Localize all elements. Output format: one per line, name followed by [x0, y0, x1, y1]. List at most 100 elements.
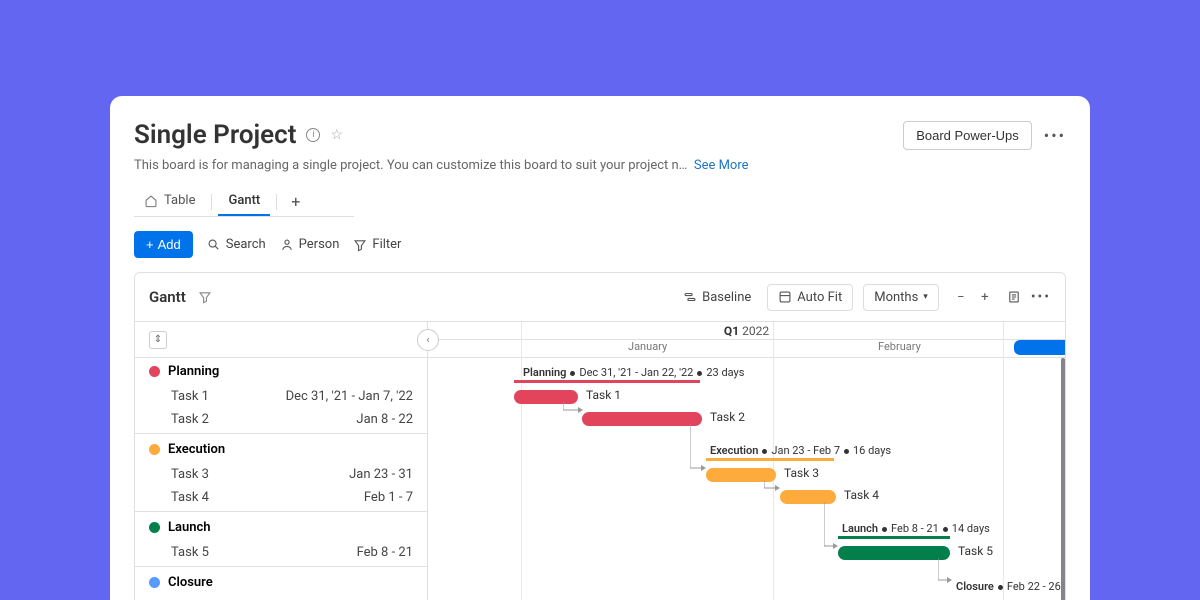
quarter-year: 2022 [742, 324, 769, 338]
power-ups-button[interactable]: Board Power-Ups [903, 121, 1032, 150]
group-underline [838, 536, 950, 539]
gantt-body: ⇕ ‹ Planning Task 1Dec 31, '21 - Jan 7, … [135, 322, 1065, 600]
group-header-closure[interactable]: Closure [135, 569, 427, 596]
task-dates: Jan 8 - 22 [356, 412, 413, 427]
tab-separator [276, 194, 277, 210]
gantt-panel: Gantt Baseline Auto Fit Months ▾ − [134, 272, 1066, 600]
group-color-dot [149, 577, 160, 588]
info-icon[interactable]: i [306, 128, 320, 142]
chart-area: PlanningDec 31, '21 - Jan 22, '2223 days… [428, 358, 1065, 600]
gantt-timeline[interactable]: Q1 2022 January February PlanningDec 31,… [428, 322, 1065, 600]
task-row[interactable]: Task 5 Feb 8 - 21 [135, 541, 427, 564]
dependency-connector [824, 500, 854, 554]
dependency-connector [690, 422, 720, 476]
group-separator [135, 433, 427, 434]
gantt-bar-task2[interactable] [582, 412, 702, 426]
group-separator [135, 511, 427, 512]
group-summary-planning: PlanningDec 31, '21 - Jan 22, '2223 days [523, 366, 744, 379]
board-window: Single Project i ☆ Board Power-Ups ••• T… [110, 96, 1090, 600]
see-more-link[interactable]: See More [694, 158, 749, 173]
task-name: Task 3 [171, 467, 209, 482]
filter-icon[interactable] [198, 290, 212, 304]
chevron-down-icon: ▾ [923, 292, 928, 302]
filter-icon [353, 238, 367, 252]
person-button[interactable]: Person [280, 237, 340, 252]
autofit-label: Auto Fit [797, 290, 842, 305]
autofit-button[interactable]: Auto Fit [767, 284, 853, 311]
zoom-out-button[interactable]: − [949, 283, 973, 311]
collapse-all-button[interactable]: ⇕ [149, 331, 167, 349]
group-header-execution[interactable]: Execution [135, 436, 427, 463]
gantt-bar-task5[interactable] [838, 546, 950, 560]
group-underline [514, 380, 700, 383]
plus-icon: + [146, 237, 154, 252]
filter-button[interactable]: Filter [353, 237, 401, 252]
search-icon [207, 238, 221, 252]
tab-gantt[interactable]: Gantt [218, 187, 270, 216]
today-indicator [1014, 340, 1065, 355]
autofit-icon [778, 290, 792, 304]
task-name: Task 2 [171, 412, 209, 427]
baseline-label: Baseline [702, 290, 751, 305]
group-underline [706, 458, 834, 461]
task-name: Task 5 [171, 545, 209, 560]
group-name: Execution [168, 442, 225, 457]
home-icon [144, 194, 158, 208]
group-header-launch[interactable]: Launch [135, 514, 427, 541]
baseline-icon [683, 290, 697, 304]
gantt-title: Gantt [149, 288, 186, 306]
timeline-quarter: Q1 2022 [428, 322, 1065, 340]
zoom-in-button[interactable]: + [973, 283, 997, 311]
task-name: Task 1 [171, 389, 209, 404]
more-menu-icon[interactable]: ••• [1044, 126, 1066, 145]
months-dropdown[interactable]: Months ▾ [863, 284, 939, 311]
tab-gantt-label: Gantt [228, 193, 260, 208]
group-color-dot [149, 444, 160, 455]
add-tab-button[interactable]: + [283, 188, 308, 215]
group-header-planning[interactable]: Planning [135, 358, 427, 385]
dependency-connector [938, 556, 968, 586]
task-row[interactable]: Task 3 Jan 23 - 31 [135, 463, 427, 486]
add-button[interactable]: + Add [134, 231, 193, 258]
group-name: Launch [168, 520, 211, 535]
gantt-more-icon[interactable]: ••• [1031, 289, 1051, 305]
person-label: Person [299, 237, 340, 252]
task-row[interactable]: Task 4 Feb 1 - 7 [135, 486, 427, 509]
board-description: This board is for managing a single proj… [110, 150, 1090, 173]
task-dates: Feb 1 - 7 [364, 490, 413, 505]
dependency-connector [563, 400, 593, 420]
group-name: Planning [168, 364, 219, 379]
task-dates: Jan 23 - 31 [349, 467, 413, 482]
task-dates: Feb 8 - 21 [357, 545, 413, 560]
group-name: Closure [168, 575, 213, 590]
scrollbar[interactable] [1061, 358, 1065, 600]
tab-table[interactable]: Table [134, 187, 205, 216]
star-icon[interactable]: ☆ [330, 127, 343, 143]
timeline-months: January February [428, 340, 1065, 358]
tab-table-label: Table [164, 193, 195, 208]
group-color-dot [149, 522, 160, 533]
chevron-left-icon[interactable]: ‹ [417, 329, 439, 351]
export-icon[interactable] [1007, 290, 1021, 304]
board-title: Single Project [134, 120, 296, 150]
description-text: This board is for managing a single proj… [134, 158, 687, 173]
group-color-dot [149, 366, 160, 377]
search-label: Search [226, 237, 266, 252]
months-label: Months [874, 290, 918, 305]
toolbar: + Add Search Person Filter [110, 217, 1090, 272]
task-row[interactable]: Task 2 Jan 8 - 22 [135, 408, 427, 431]
group-summary-launch: LaunchFeb 8 - 2114 days [842, 522, 990, 535]
task-name: Task 4 [171, 490, 209, 505]
gantt-sidebar: ⇕ ‹ Planning Task 1Dec 31, '21 - Jan 7, … [135, 322, 428, 600]
group-separator [135, 566, 427, 567]
person-icon [280, 238, 294, 252]
quarter-label: Q1 [724, 324, 739, 338]
search-button[interactable]: Search [207, 237, 266, 252]
month-january: January [628, 340, 667, 353]
group-summary-closure: ClosureFeb 22 - 265 d [956, 580, 1065, 593]
baseline-button[interactable]: Baseline [677, 285, 757, 310]
dependency-connector [764, 478, 794, 498]
month-february: February [878, 340, 921, 353]
task-row[interactable]: Task 1Dec 31, '21 - Jan 7, '22 [135, 385, 427, 408]
group-summary-execution: ExecutionJan 23 - Feb 716 days [710, 444, 891, 457]
